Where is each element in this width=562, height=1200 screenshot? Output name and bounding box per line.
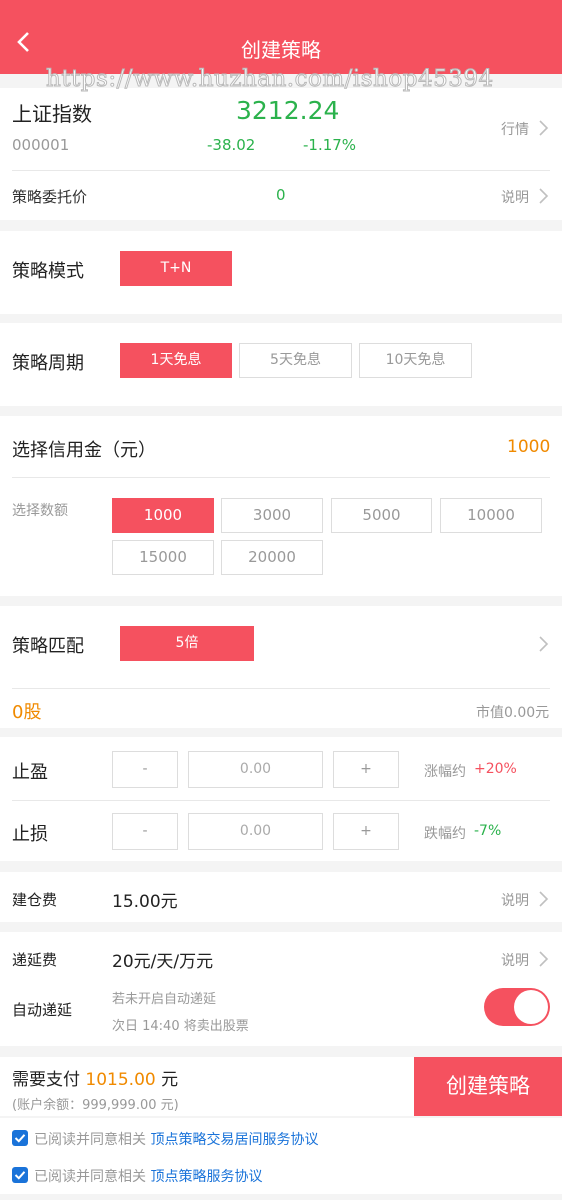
index-change: -38.02 <box>207 136 256 154</box>
mode-section: 策略模式 T+N <box>0 231 562 314</box>
agreement-checkbox[interactable] <box>12 1167 28 1183</box>
agreement-line: 已阅读并同意相关 顶点策略服务协议 <box>34 1166 262 1186</box>
entrust-label: 策略委托价 <box>12 188 88 206</box>
amount-option-10000[interactable]: 10000 <box>440 498 542 533</box>
index-change-pct: -1.17% <box>303 136 357 154</box>
index-price: 3212.24 <box>236 96 340 125</box>
mode-option-tn[interactable]: T+N <box>120 251 232 286</box>
entrust-value: 0 <box>276 186 286 204</box>
rise-value: +20% <box>474 761 517 777</box>
build-fee-section: 建仓费 15.00元 说明 <box>0 872 562 922</box>
payment-unit: 元 <box>161 1070 179 1090</box>
rise-label: 涨幅约 <box>424 764 466 780</box>
service-agreement-link[interactable]: 顶点策略服务协议 <box>150 1169 262 1185</box>
profit-loss-section: 止盈 - 0.00 + 涨幅约 +20% 止损 - 0.00 + 跌幅约 -7% <box>0 737 562 861</box>
stop-loss-plus-button[interactable]: + <box>333 813 399 850</box>
credit-value: 1000 <box>507 437 551 457</box>
build-fee-help-link[interactable]: 说明 <box>501 890 529 910</box>
chevron-right-icon[interactable] <box>538 950 550 968</box>
credit-label: 选择信用金（元） <box>12 440 156 461</box>
chevron-right-icon[interactable] <box>538 187 550 205</box>
auto-defer-toggle[interactable] <box>484 988 550 1026</box>
build-fee-label: 建仓费 <box>12 891 58 909</box>
brokerage-agreement-link[interactable]: 顶点策略交易居间服务协议 <box>150 1132 318 1148</box>
period-option-10day[interactable]: 10天免息 <box>359 343 472 378</box>
take-profit-input[interactable]: 0.00 <box>188 751 323 788</box>
divider <box>12 170 550 171</box>
period-option-5day[interactable]: 5天免息 <box>239 343 352 378</box>
create-strategy-button[interactable]: 创建策略 <box>414 1057 562 1116</box>
amount-option-15000[interactable]: 15000 <box>112 540 214 575</box>
period-label: 策略周期 <box>12 353 84 374</box>
auto-defer-label: 自动递延 <box>12 1001 73 1019</box>
stop-loss-label: 止损 <box>12 824 48 845</box>
stop-loss-input[interactable]: 0.00 <box>188 813 323 850</box>
amount-option-1000[interactable]: 1000 <box>112 498 214 533</box>
page-title: 创建策略 <box>241 38 321 62</box>
market-link[interactable]: 行情 <box>501 119 529 139</box>
amount-label: 选择数额 <box>12 503 68 519</box>
agreement-prefix: 已阅读并同意相关 <box>34 1132 146 1148</box>
stop-loss-minus-button[interactable]: - <box>112 813 178 850</box>
auto-defer-note: 次日 14:40 将卖出股票 <box>112 1019 249 1034</box>
defer-fee-section: 递延费 20元/天/万元 说明 自动递延 若未开启自动递延 次日 14:40 将… <box>0 932 562 1046</box>
payment-amount: 1015.00 <box>85 1070 156 1090</box>
credit-section: 选择信用金（元） 1000 选择数额 1000 3000 5000 10000 … <box>0 416 562 596</box>
shares-count: 0股 <box>12 702 42 723</box>
defer-fee-label: 递延费 <box>12 951 58 969</box>
defer-fee-help-link[interactable]: 说明 <box>501 950 529 970</box>
watermark-text: https://www.huzhan.com/ishop45394 <box>46 66 494 93</box>
agreements-section: 已阅读并同意相关 顶点策略交易居间服务协议 已阅读并同意相关 顶点策略服务协议 <box>0 1118 562 1194</box>
take-profit-plus-button[interactable]: + <box>333 751 399 788</box>
fall-label: 跌幅约 <box>424 826 466 842</box>
match-option-5x[interactable]: 5倍 <box>120 626 254 661</box>
chevron-right-icon[interactable] <box>538 119 550 137</box>
amount-option-20000[interactable]: 20000 <box>221 540 323 575</box>
period-section: 策略周期 1天免息 5天免息 10天免息 <box>0 323 562 406</box>
match-section: 策略匹配 5倍 0股 市值0.00元 <box>0 606 562 728</box>
mode-label: 策略模式 <box>12 261 84 282</box>
chevron-right-icon[interactable] <box>538 635 550 653</box>
divider <box>12 800 550 801</box>
market-value: 市值0.00元 <box>476 705 550 721</box>
auto-defer-note: 若未开启自动递延 <box>112 992 217 1007</box>
account-balance: (账户余额：999,999.00 元) <box>12 1098 179 1113</box>
divider <box>12 688 550 689</box>
take-profit-label: 止盈 <box>12 762 48 783</box>
amount-option-3000[interactable]: 3000 <box>221 498 323 533</box>
top-bar: 创建策略 <box>0 0 562 74</box>
payment-label-text: 需要支付 <box>12 1070 80 1090</box>
take-profit-minus-button[interactable]: - <box>112 751 178 788</box>
toggle-knob <box>514 990 548 1024</box>
chevron-right-icon[interactable] <box>538 890 550 908</box>
index-card: 上证指数 3212.24 000001 -38.02 -1.17% 行情 策略委… <box>0 88 562 220</box>
index-name: 上证指数 <box>12 102 92 126</box>
payment-label: 需要支付 1015.00 元 <box>12 1065 178 1090</box>
index-code: 000001 <box>12 136 70 154</box>
build-fee-value: 15.00元 <box>112 892 178 912</box>
amount-option-5000[interactable]: 5000 <box>331 498 432 533</box>
defer-fee-value: 20元/天/万元 <box>112 952 214 972</box>
period-option-1day[interactable]: 1天免息 <box>120 343 232 378</box>
agreement-prefix: 已阅读并同意相关 <box>34 1169 146 1185</box>
agreement-line: 已阅读并同意相关 顶点策略交易居间服务协议 <box>34 1129 318 1149</box>
agreement-checkbox[interactable] <box>12 1130 28 1146</box>
entrust-help-link[interactable]: 说明 <box>501 187 529 207</box>
match-label: 策略匹配 <box>12 636 84 657</box>
fall-value: -7% <box>474 823 502 839</box>
divider <box>12 477 550 478</box>
